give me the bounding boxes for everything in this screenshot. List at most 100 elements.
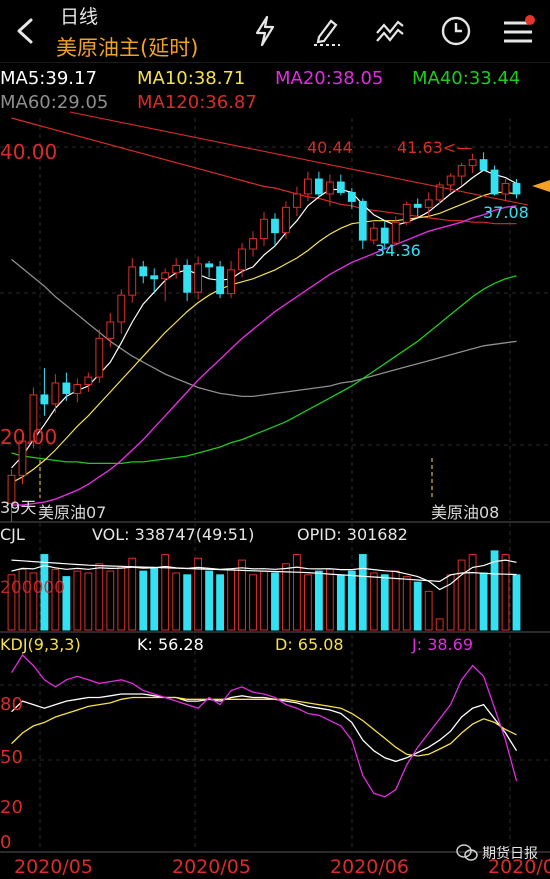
ma60-line — [11, 258, 517, 398]
volume-bar — [95, 563, 104, 631]
wechat-icon — [456, 844, 478, 861]
volume-bar — [347, 570, 356, 631]
candle — [413, 198, 422, 217]
price-axis-high: 40.00 — [0, 140, 58, 164]
candle — [51, 374, 60, 413]
kdj-title[interactable]: KDJ(9,3,3) — [0, 635, 81, 654]
candle — [238, 243, 246, 278]
kdj-tick-20: 20 — [0, 797, 23, 818]
candle — [282, 201, 290, 239]
candle — [95, 329, 104, 384]
low-mark: 34.36 — [375, 241, 421, 260]
volume-bar — [128, 557, 137, 631]
kdj-d-line — [11, 696, 517, 757]
volume-bar — [73, 570, 82, 631]
candle — [161, 268, 170, 302]
volume-bar — [117, 566, 126, 631]
candle — [117, 289, 126, 334]
x-tick-3: 2020/06 — [330, 856, 409, 878]
kdj-tick-0: 0 — [0, 832, 12, 853]
ma40-line — [11, 275, 517, 465]
volume-bar — [446, 574, 455, 631]
volume-bar — [150, 566, 159, 631]
candle — [205, 260, 214, 278]
volume-bar — [336, 574, 345, 631]
candle — [128, 257, 137, 303]
volume-bar — [424, 590, 433, 631]
volume-bar — [205, 570, 214, 631]
candle — [424, 192, 433, 218]
price-axis-low: 20.00 — [0, 425, 58, 449]
kdj-k-value: K: 56.28 — [137, 635, 204, 654]
x-tick-1: 2020/05 — [14, 856, 93, 878]
candle — [490, 165, 499, 196]
contract-label-1: 美原油07 — [38, 503, 107, 522]
volume-bar — [413, 581, 422, 631]
volume-bar — [183, 574, 192, 631]
candle — [227, 260, 235, 299]
candle — [314, 171, 323, 197]
kline-chart[interactable] — [0, 0, 550, 879]
candle — [293, 186, 301, 217]
candle — [183, 259, 192, 302]
kdj-j-line — [10, 653, 518, 798]
kdj-panel — [10, 653, 518, 798]
volume-bar — [457, 559, 466, 631]
volume-bar — [380, 574, 389, 631]
volume-bar — [402, 576, 411, 631]
volume-axis-label: 200000 — [0, 578, 65, 598]
volume-value: VOL: 338747(49:51) — [92, 525, 255, 544]
price-panel — [7, 111, 529, 522]
kdj-j-value: J: 38.69 — [412, 635, 473, 654]
volume-bar — [435, 618, 444, 631]
volume-panel — [7, 550, 521, 631]
candle — [260, 211, 268, 247]
volume-bar — [271, 572, 279, 631]
candle — [249, 231, 257, 257]
current-price-arrow-icon — [532, 180, 550, 192]
contract-label-2: 美原油08 — [431, 503, 500, 522]
volume-bar — [358, 554, 367, 631]
candle — [62, 372, 71, 401]
volume-bar — [84, 572, 93, 631]
candle — [336, 174, 345, 196]
volume-bar — [293, 554, 301, 631]
volume-bar — [325, 568, 334, 631]
volume-bar — [314, 570, 323, 631]
candle — [271, 213, 279, 247]
candle — [457, 162, 466, 185]
volume-bar — [468, 554, 477, 631]
volume-bar — [216, 574, 224, 631]
kdj-tick-50: 50 — [0, 747, 23, 768]
kdj-k-line — [11, 693, 518, 763]
kdj-d-value: D: 65.08 — [275, 635, 344, 654]
volume-title[interactable]: CJL — [0, 525, 25, 544]
opid-value: OPID: 301682 — [297, 525, 408, 544]
volume-bar — [161, 554, 170, 631]
high-mark-2: 41.63<— — [397, 138, 473, 157]
volume-bar — [501, 554, 510, 631]
volume-bar — [391, 570, 400, 631]
volume-bar — [512, 574, 521, 631]
candle — [84, 372, 93, 392]
high-mark-1: 40.44 — [307, 138, 353, 157]
volume-bar — [479, 572, 488, 631]
watermark-text: 期货日报 — [482, 846, 538, 862]
candle — [73, 378, 82, 403]
watermark: 期货日报 — [456, 843, 538, 863]
volume-bar — [227, 568, 235, 631]
recent-low-mark: 37.08 — [483, 203, 529, 222]
candle — [501, 179, 510, 202]
volume-bar — [282, 563, 290, 631]
candle — [402, 201, 411, 226]
volume-bar — [106, 570, 115, 631]
candle — [479, 152, 488, 171]
x-tick-2: 2020/05 — [172, 856, 251, 878]
candle — [216, 260, 224, 299]
days-label: 39天 — [0, 498, 37, 517]
ma20-line — [11, 205, 517, 506]
volume-bar — [260, 570, 268, 631]
ma120-line — [11, 117, 517, 225]
volume-bar — [304, 574, 312, 631]
volume-bar — [139, 570, 148, 631]
